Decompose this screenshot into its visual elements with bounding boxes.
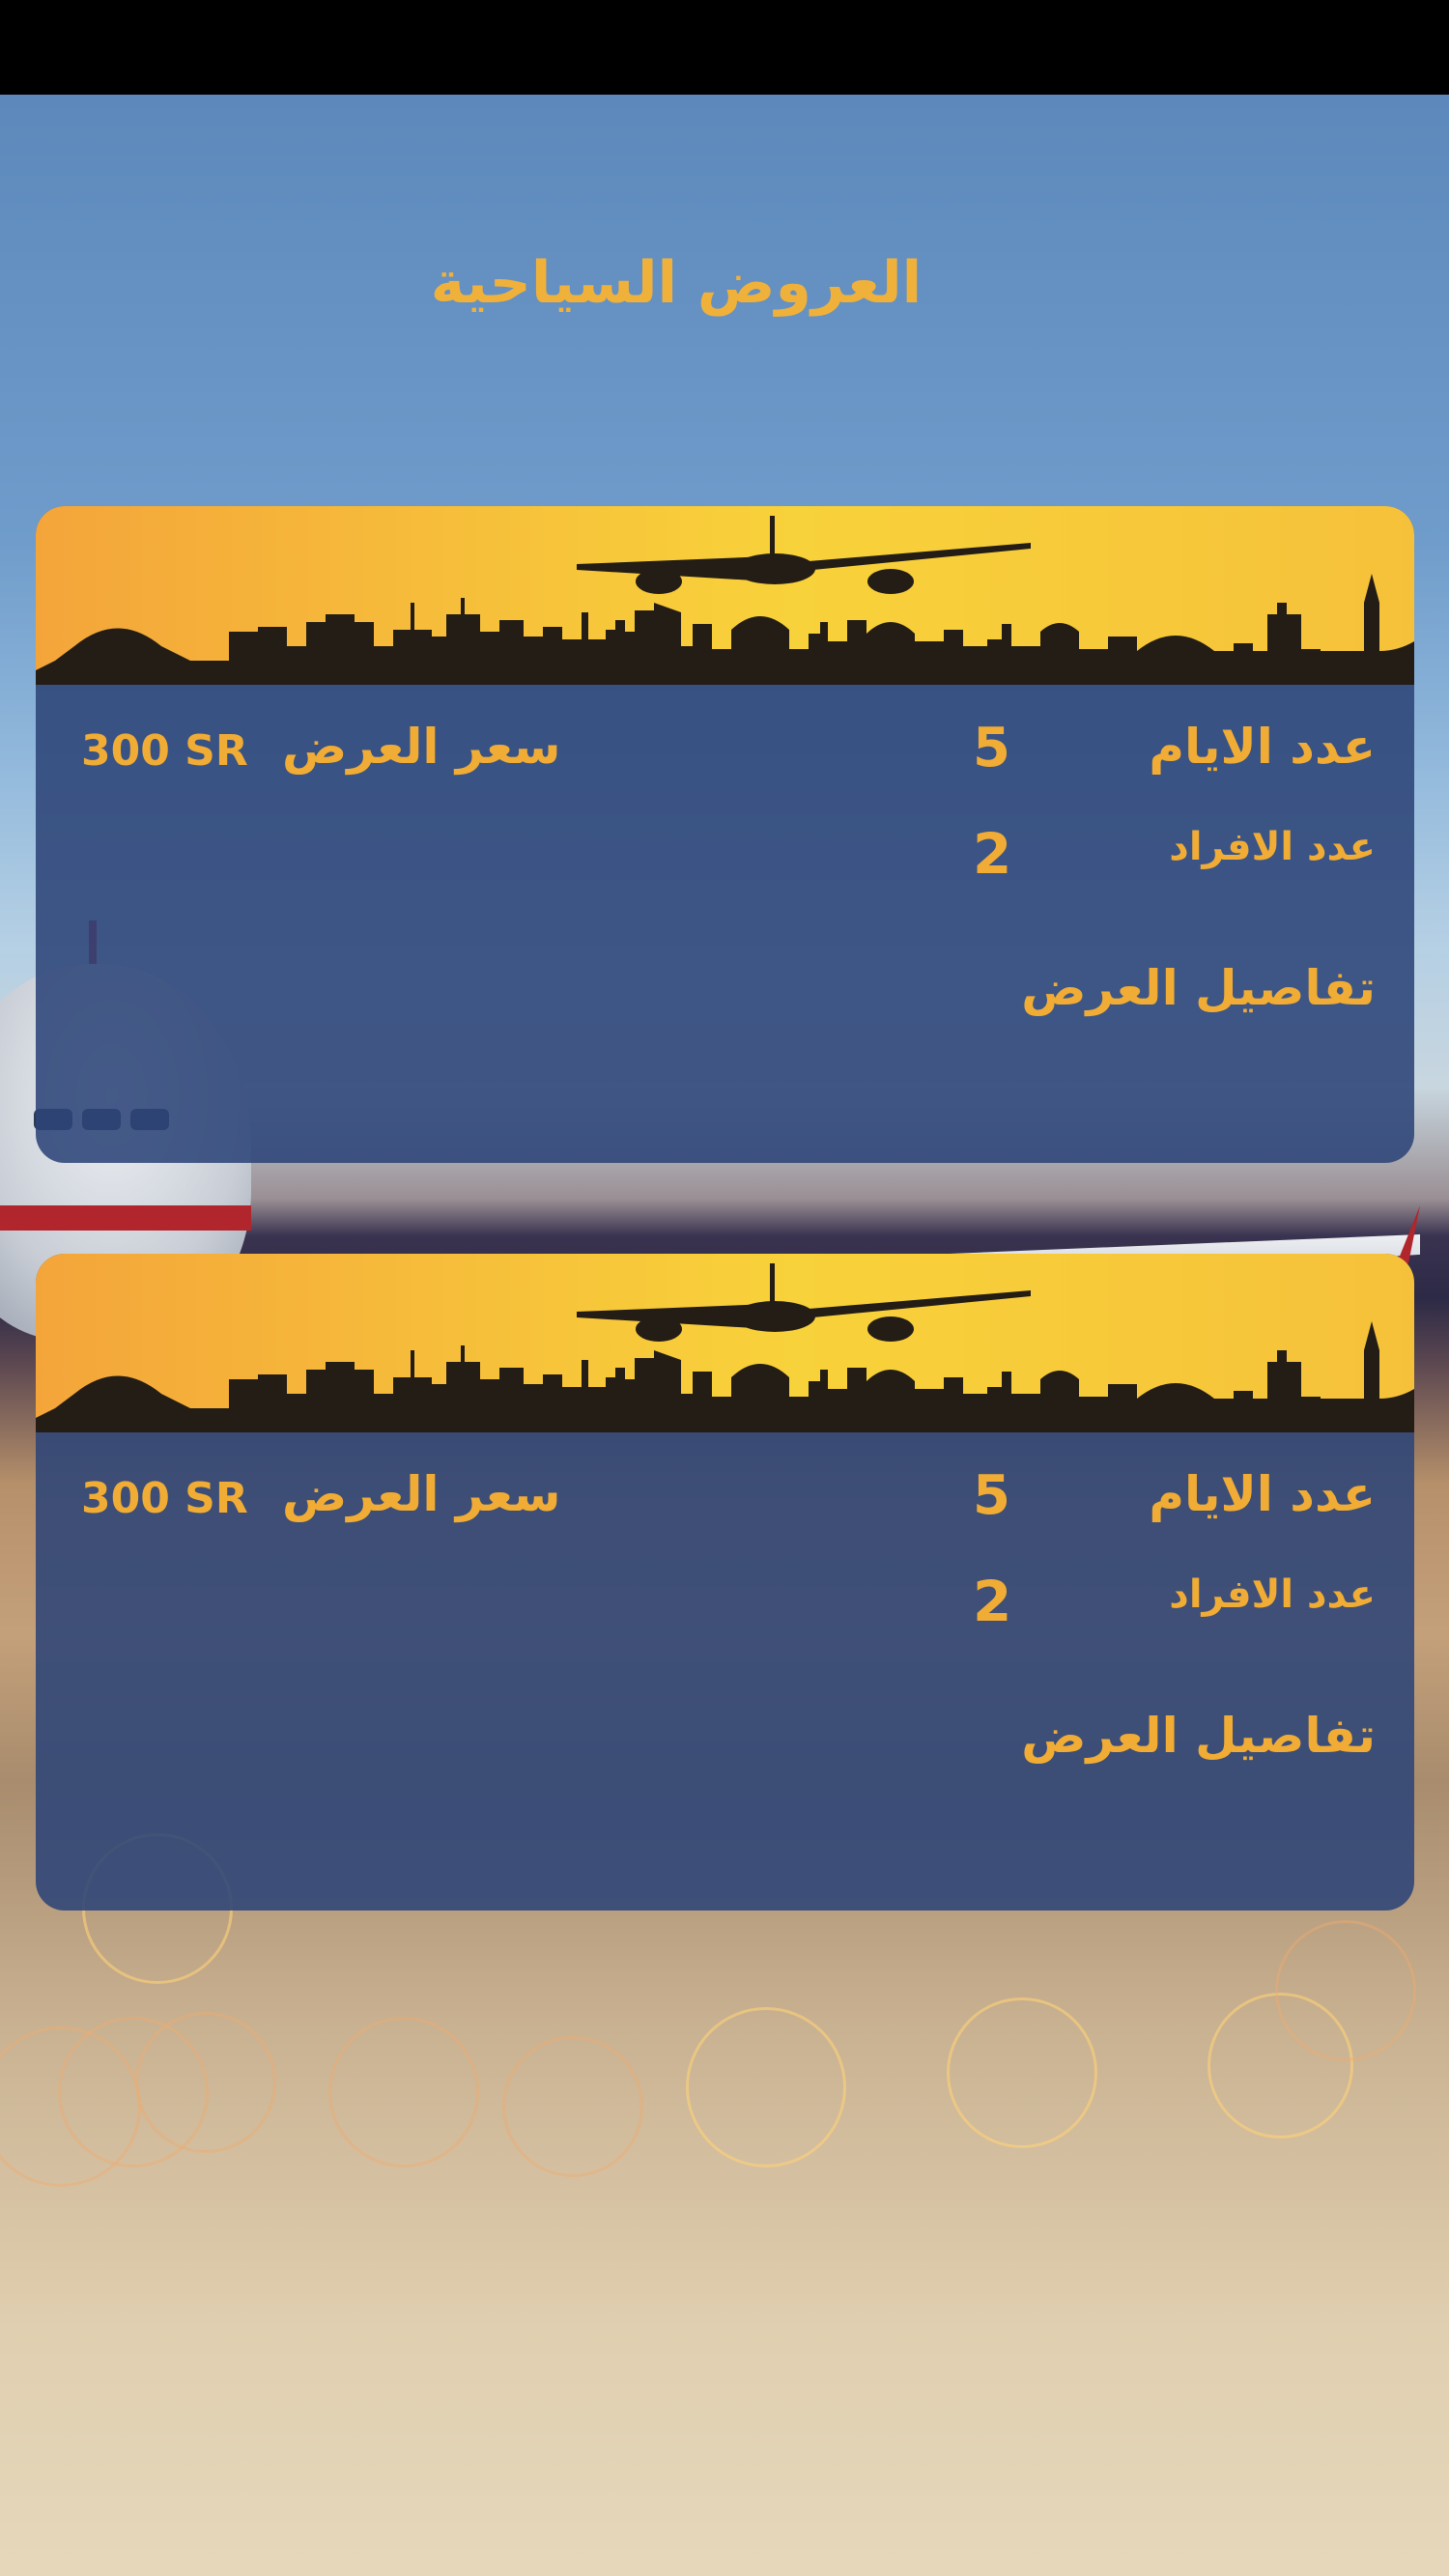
people-value: 2 [973,821,1012,887]
people-label: عدد الافراد [1169,1572,1376,1617]
offer-card[interactable]: عدد الايام 5 عدد الافراد 2 سعر العرض 300… [36,506,1414,1163]
price-value: 300 SR [81,726,248,776]
days-value: 5 [973,1464,1010,1527]
days-value: 5 [973,717,1010,779]
price-label: سعر العرض [282,719,561,775]
offer-card[interactable]: عدد الايام 5 عدد الافراد 2 سعر العرض 300… [36,1254,1414,1911]
airplane-skyline-icon [36,1254,1414,1432]
offer-details-link[interactable]: تفاصيل العرض [1021,1708,1376,1764]
offer-details-link[interactable]: تفاصيل العرض [1021,960,1376,1016]
people-label: عدد الافراد [1169,825,1376,869]
airplane-skyline-icon [36,506,1414,685]
page-title: العروض السياحية [430,249,923,317]
days-label: عدد الايام [1149,719,1376,775]
price-label: سعر العرض [282,1466,561,1522]
price-value: 300 SR [81,1474,248,1523]
people-value: 2 [973,1569,1012,1634]
days-label: عدد الايام [1149,1466,1376,1522]
status-bar [0,0,1449,95]
